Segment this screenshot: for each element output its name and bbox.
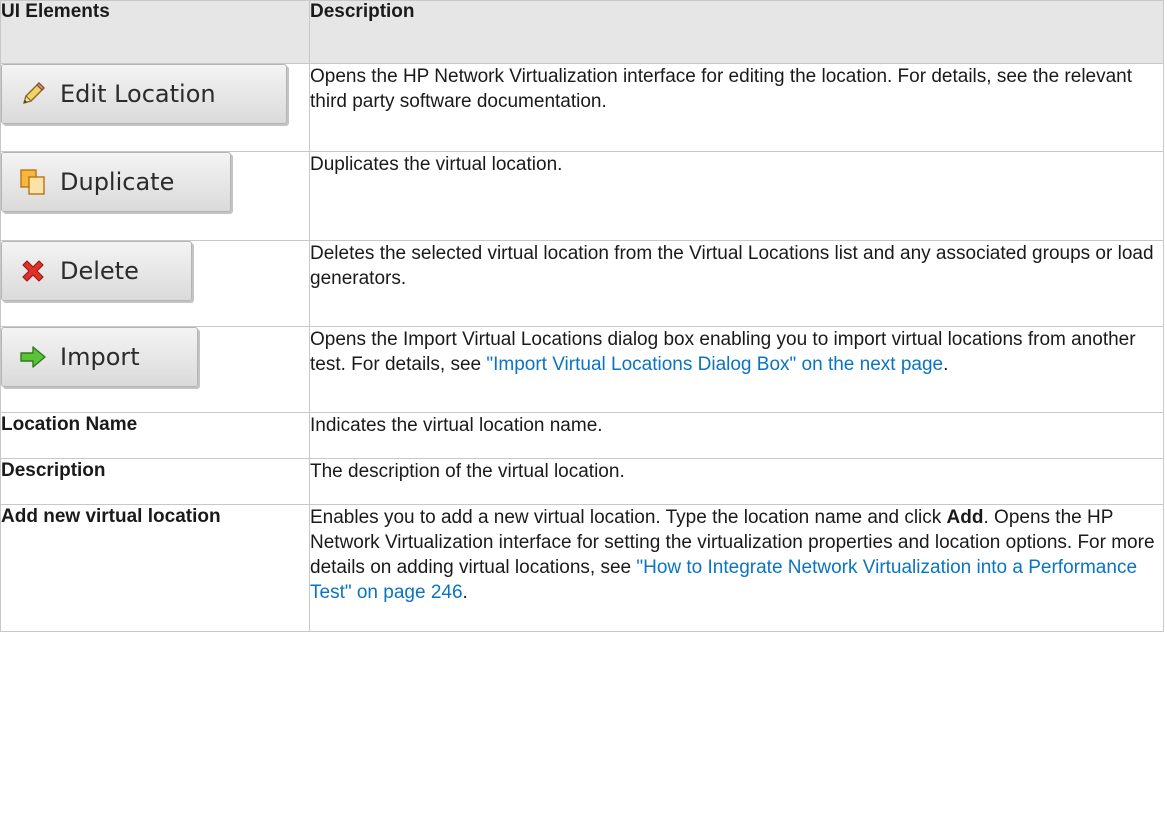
header-description: Description — [309, 0, 1164, 64]
table-row: Location Name Indicates the virtual loca… — [0, 412, 1164, 459]
add-new-virtual-location-description: Enables you to add a new virtual locatio… — [309, 504, 1164, 632]
green-arrow-icon — [20, 346, 46, 368]
header-ui-elements: UI Elements — [0, 0, 310, 64]
edit-location-label: Edit Location — [60, 80, 216, 108]
red-x-icon — [22, 260, 44, 282]
duplicate-button[interactable]: Duplicate — [1, 152, 231, 212]
import-button[interactable]: Import — [1, 327, 198, 387]
pencil-icon — [23, 82, 45, 104]
table-row: Edit Location Opens the HP Network Virtu… — [0, 63, 1164, 152]
add-bold-word: Add — [946, 507, 984, 528]
import-dialog-link[interactable]: "Import Virtual Locations Dialog Box" on… — [486, 354, 943, 375]
duplicate-label: Duplicate — [60, 168, 175, 196]
add-new-text-3: . — [462, 582, 468, 603]
table-row: Description The description of the virtu… — [0, 458, 1164, 505]
table-row: Import Opens the Import Virtual Location… — [0, 326, 1164, 413]
delete-button[interactable]: Delete — [1, 241, 192, 301]
duplicate-description: Duplicates the virtual location. — [309, 151, 1164, 241]
import-description-end: . — [943, 354, 949, 375]
location-name-description: Indicates the virtual location name. — [309, 412, 1164, 459]
table-row: Add new virtual location Enables you to … — [0, 504, 1164, 632]
table-row: Delete Deletes the selected virtual loca… — [0, 240, 1164, 327]
description-description: The description of the virtual location. — [309, 458, 1164, 505]
table-row: Duplicate Duplicates the virtual locatio… — [0, 151, 1164, 241]
edit-location-button[interactable]: Edit Location — [1, 64, 287, 124]
description-label: Description — [0, 458, 310, 505]
location-name-label: Location Name — [0, 412, 310, 459]
ui-elements-table: UI Elements Description Edit Location Op… — [0, 0, 1164, 632]
duplicate-icon — [20, 169, 45, 195]
add-new-virtual-location-label: Add new virtual location — [0, 504, 310, 632]
delete-label: Delete — [60, 257, 139, 285]
import-label: Import — [60, 343, 140, 371]
edit-location-description: Opens the HP Network Virtualization inte… — [309, 63, 1164, 152]
add-new-text-1: Enables you to add a new virtual locatio… — [310, 507, 947, 528]
delete-description: Deletes the selected virtual location fr… — [309, 240, 1164, 327]
import-description: Opens the Import Virtual Locations dialo… — [309, 326, 1164, 413]
table-header-row: UI Elements Description — [0, 0, 1164, 64]
